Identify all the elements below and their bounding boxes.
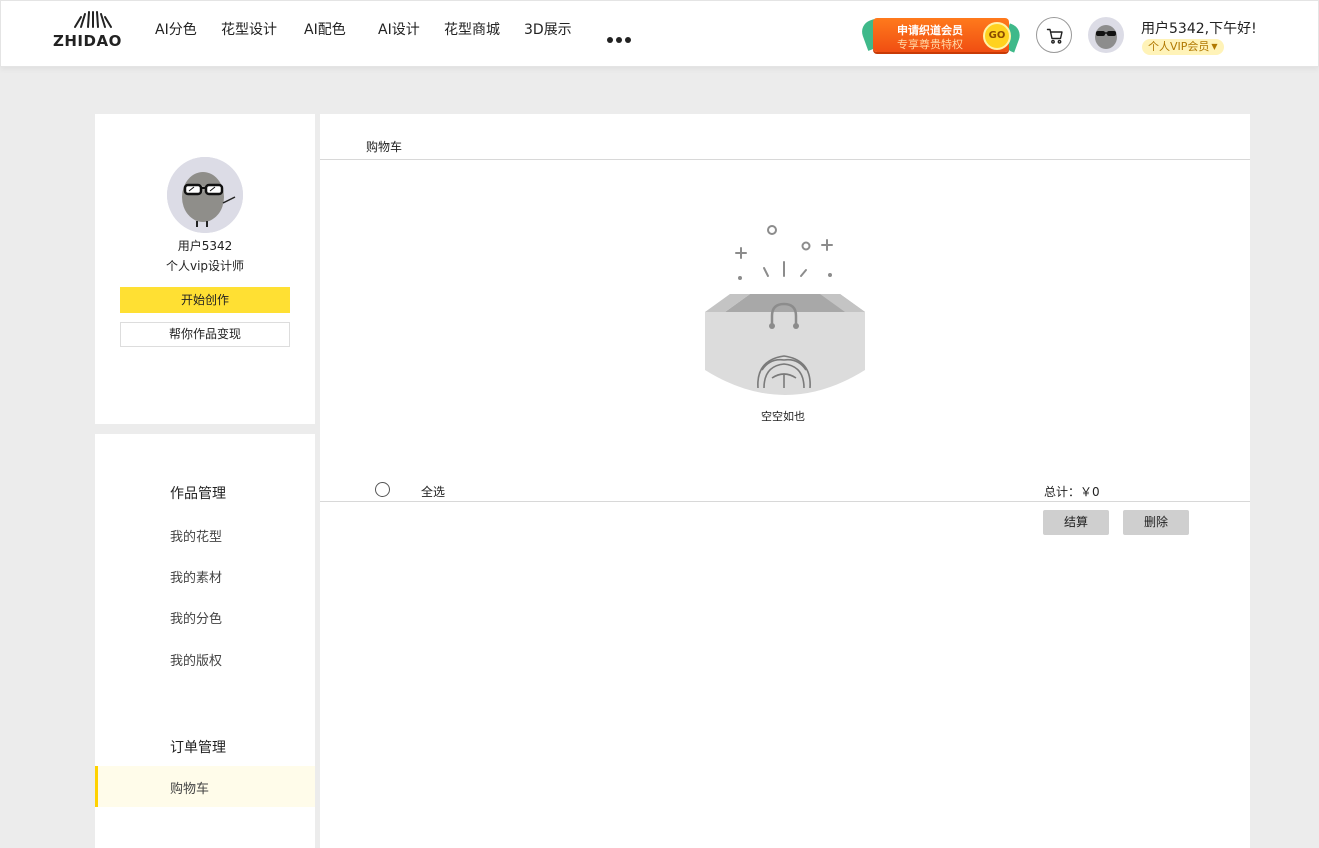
monetize-works-button[interactable]: 帮你作品变现 (120, 322, 290, 347)
empty-bag-icon (705, 225, 865, 395)
cart-button[interactable] (1036, 17, 1072, 53)
logo-text: ZHIDAO (53, 32, 122, 50)
sidebar-item-my-materials[interactable]: 我的素材 (170, 567, 222, 586)
avatar-stone-icon (167, 157, 243, 233)
profile-card: 用户5342 个人vip设计师 开始创作 帮你作品变现 (95, 114, 315, 424)
go-badge: GO (983, 22, 1011, 50)
logo-mark-icon (74, 11, 112, 28)
select-all-radio[interactable] (375, 482, 390, 497)
cart-icon (1046, 28, 1063, 44)
vip-pill: 申请织道会员 专享尊贵特权 GO (873, 18, 1011, 52)
sidebar-item-my-patterns[interactable]: 我的花型 (170, 526, 222, 545)
profile-role: 个人vip设计师 (165, 259, 245, 273)
delete-button[interactable]: 删除 (1123, 510, 1189, 535)
profile-username: 用户5342 (177, 239, 233, 253)
caret-down-icon: ▼ (1211, 42, 1218, 51)
select-all-label[interactable]: 全选 (421, 483, 445, 500)
vip-level-label: 个人VIP会员 (1148, 40, 1210, 53)
sidebar-item-cart[interactable]: 购物车 (95, 766, 315, 807)
order-management-heading: 订单管理 (170, 740, 226, 756)
checkout-button[interactable]: 结算 (1043, 510, 1109, 535)
nav-pattern-mall[interactable]: 花型商城 (444, 19, 500, 39)
sidebar-item-label: 购物车 (170, 782, 210, 797)
sidebar-item-my-separations[interactable]: 我的分色 (170, 608, 222, 627)
nav-ai-color-matching[interactable]: AI配色 (304, 19, 346, 39)
more-dots-icon[interactable] (607, 28, 634, 47)
zhidao-logo[interactable]: ZHIDAO (53, 11, 131, 51)
profile-avatar (167, 157, 243, 233)
nav-ai-color-separation[interactable]: AI分色 (155, 19, 197, 39)
sidebar-menu: 作品管理 我的花型 我的素材 我的分色 我的版权 订单管理 购物车 (95, 434, 315, 848)
nav-ai-design[interactable]: AI设计 (378, 19, 420, 39)
header-avatar[interactable] (1088, 17, 1124, 53)
top-header: ZHIDAO AI分色 花型设计 AI配色 AI设计 花型商城 3D展示 申请织… (0, 0, 1319, 67)
avatar-stone-icon (1095, 25, 1117, 49)
vip-apply-banner[interactable]: 申请织道会员 专享尊贵特权 GO (858, 15, 1024, 55)
nav-3d-display[interactable]: 3D展示 (524, 19, 572, 39)
nav-pattern-design[interactable]: 花型设计 (221, 19, 277, 39)
cart-panel: 购物车 空空如也 全选 总计：￥0 结算 删除 (320, 114, 1250, 848)
page-title: 购物车 (366, 140, 403, 154)
cart-total: 总计：￥0 (1044, 485, 1100, 499)
user-greeting: 用户5342,下午好! (1141, 21, 1257, 37)
sidebar-item-my-copyright[interactable]: 我的版权 (170, 650, 222, 669)
works-management-heading: 作品管理 (170, 486, 226, 502)
vip-banner-subtitle: 专享尊贵特权 (897, 38, 963, 51)
divider (320, 159, 1250, 160)
empty-cart-text: 空空如也 (761, 410, 805, 423)
vip-level-dropdown[interactable]: 个人VIP会员 ▼ (1142, 39, 1224, 55)
start-creating-button[interactable]: 开始创作 (120, 287, 290, 313)
divider (320, 501, 1250, 502)
